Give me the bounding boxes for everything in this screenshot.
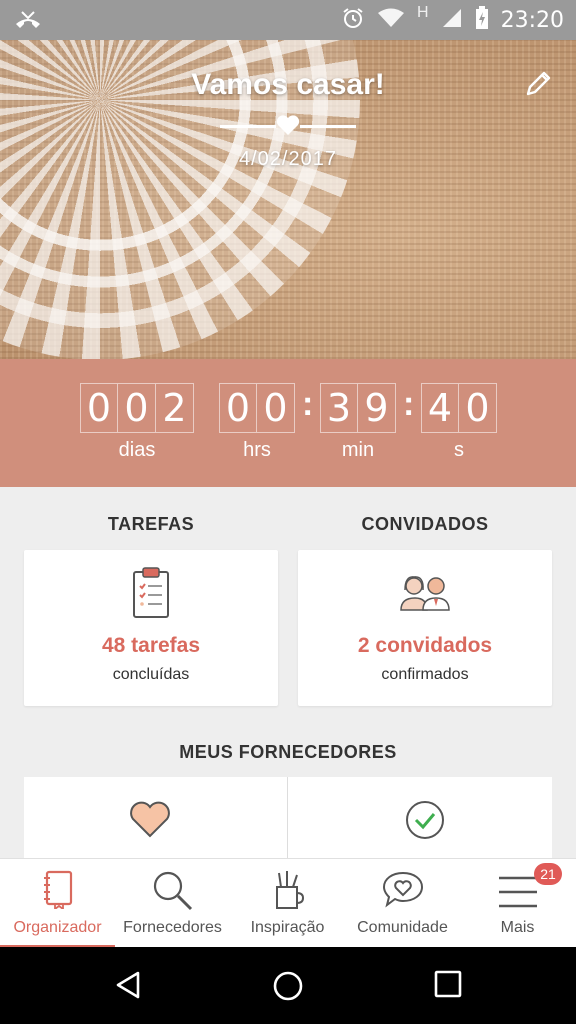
chat-heart-icon bbox=[382, 871, 423, 908]
home-icon[interactable] bbox=[271, 969, 305, 1003]
hero-banner: Vamos casar! 4/02/2017 bbox=[0, 40, 576, 359]
nav-label: Mais bbox=[500, 919, 535, 936]
system-navigation-bar bbox=[0, 947, 576, 1024]
countdown-days: 0 0 2 bbox=[80, 383, 194, 433]
suppliers-divider bbox=[287, 777, 288, 863]
nav-label: Fornecedores bbox=[123, 919, 222, 936]
countdown-separator: : bbox=[403, 385, 415, 423]
minutes-label: min bbox=[341, 439, 375, 461]
countdown-digit: 0 bbox=[80, 383, 118, 433]
countdown-hours: 0 0 bbox=[219, 383, 295, 433]
countdown-digit: 3 bbox=[320, 383, 358, 433]
guests-card[interactable]: 2 convidados confirmados bbox=[298, 550, 552, 706]
wedding-date: 4/02/2017 bbox=[239, 148, 337, 170]
countdown-separator: : bbox=[302, 385, 314, 423]
countdown-seconds: 4 0 bbox=[421, 383, 497, 433]
nav-comunidade[interactable]: Comunidade bbox=[345, 859, 460, 948]
edit-pencil-icon[interactable] bbox=[524, 68, 554, 98]
guests-count: 2 convidados bbox=[357, 634, 493, 657]
status-bar: H 23:20 bbox=[0, 0, 576, 40]
search-icon bbox=[153, 871, 192, 911]
wedding-title: Vamos casar! bbox=[191, 68, 385, 101]
days-label: dias bbox=[118, 439, 156, 461]
guests-heading: CONVIDADOS bbox=[361, 514, 489, 534]
nav-organizador[interactable]: Organizador bbox=[0, 859, 115, 948]
countdown-digit: 2 bbox=[156, 383, 194, 433]
recent-apps-icon[interactable] bbox=[433, 969, 463, 999]
countdown-digit: 0 bbox=[257, 383, 295, 433]
nav-label: Inspiração bbox=[250, 919, 325, 936]
network-type-label: H bbox=[417, 4, 429, 21]
seconds-label: s bbox=[454, 439, 464, 461]
clipboard-icon bbox=[133, 567, 169, 618]
heart-icon bbox=[276, 115, 300, 135]
nav-fornecedores[interactable]: Fornecedores bbox=[115, 859, 230, 948]
suppliers-heading: MEUS FORNECEDORES bbox=[179, 742, 397, 762]
notification-badge: 21 bbox=[534, 863, 562, 885]
wifi-icon bbox=[377, 7, 405, 34]
countdown-digit: 9 bbox=[358, 383, 396, 433]
tasks-card[interactable]: 48 tarefas concluídas bbox=[24, 550, 278, 706]
countdown-timer: 0 0 2 0 0 : 3 9 : 4 0 dias hrs min s bbox=[0, 359, 576, 487]
countdown-digit: 0 bbox=[118, 383, 156, 433]
notebook-icon bbox=[43, 870, 72, 909]
guests-couple-icon bbox=[400, 576, 450, 611]
back-icon[interactable] bbox=[112, 969, 144, 1001]
bottom-navigation: Organizador Fornecedores Inspiração Comu… bbox=[0, 858, 576, 948]
missed-call-icon bbox=[14, 8, 42, 37]
pencil-cup-icon bbox=[275, 871, 304, 909]
heart-divider bbox=[220, 115, 356, 135]
hours-label: hrs bbox=[243, 439, 271, 461]
menu-icon bbox=[498, 876, 537, 908]
clock-time: 23:20 bbox=[500, 7, 564, 33]
signal-icon bbox=[441, 7, 463, 34]
tasks-heading: TAREFAS bbox=[107, 514, 195, 534]
tasks-sub: concluídas bbox=[112, 666, 190, 683]
countdown-digit: 0 bbox=[459, 383, 497, 433]
suppliers-card[interactable] bbox=[24, 777, 552, 863]
countdown-digit: 4 bbox=[421, 383, 459, 433]
nav-label: Organizador bbox=[13, 919, 102, 936]
tasks-count: 48 tarefas bbox=[101, 634, 201, 657]
countdown-minutes: 3 9 bbox=[320, 383, 396, 433]
alarm-icon bbox=[341, 6, 365, 35]
checkmark-circle-icon[interactable] bbox=[404, 799, 446, 841]
nav-inspiracao[interactable]: Inspiração bbox=[230, 859, 345, 948]
nav-label: Comunidade bbox=[357, 919, 448, 936]
nav-mais[interactable]: 21 Mais bbox=[460, 859, 575, 948]
countdown-digit: 0 bbox=[219, 383, 257, 433]
favorite-heart-icon[interactable] bbox=[128, 799, 172, 839]
battery-charging-icon bbox=[475, 5, 489, 35]
guests-sub: confirmados bbox=[381, 666, 469, 683]
